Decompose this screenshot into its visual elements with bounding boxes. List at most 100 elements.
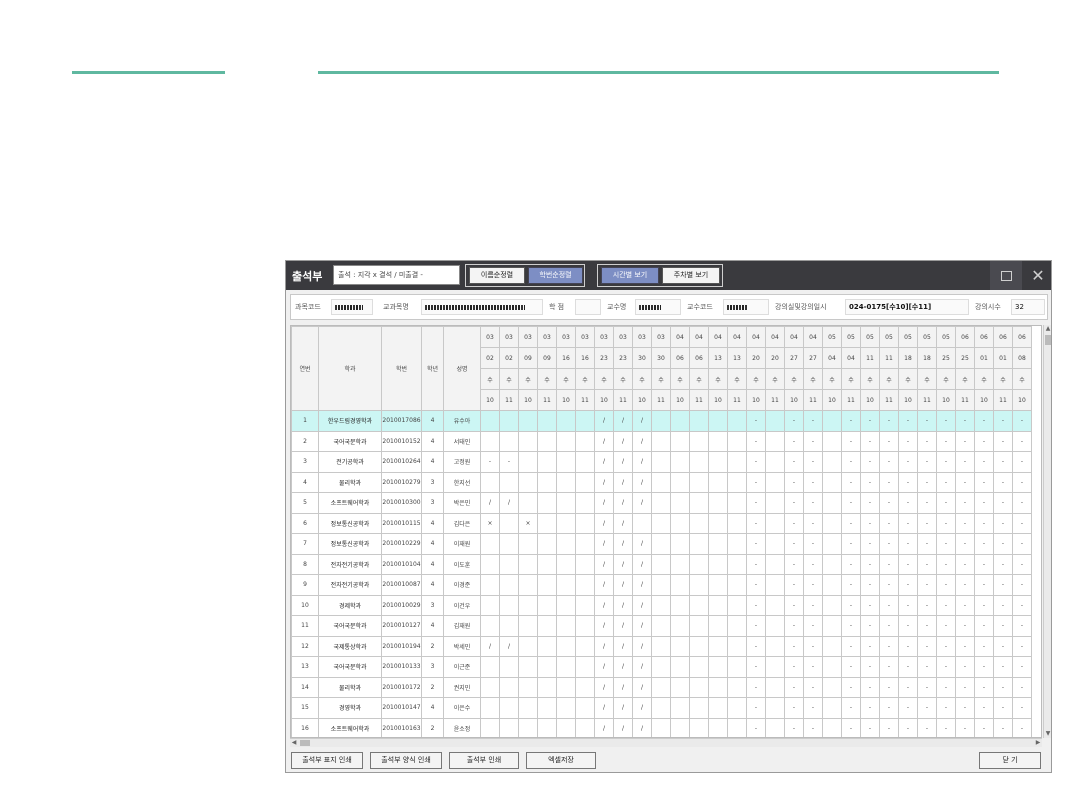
attendance-cell[interactable]: - [974,615,994,637]
attendance-cell[interactable] [480,594,500,616]
attendance-cell[interactable]: - [746,492,766,514]
attendance-cell[interactable] [499,594,519,616]
attendance-cell[interactable]: - [993,656,1013,678]
attendance-cell[interactable]: / [613,574,633,596]
attendance-cell[interactable]: / [613,594,633,616]
attendance-cell[interactable]: - [936,430,956,452]
professor-code-field[interactable] [723,299,769,315]
attendance-cell[interactable]: / [632,635,652,657]
attendance-cell[interactable] [651,635,671,657]
scroll-right-icon[interactable]: ▶ [1034,739,1042,747]
attendance-cell[interactable] [708,635,728,657]
attendance-cell[interactable]: - [1012,533,1032,555]
table-row[interactable]: 6 정보통신공학과 2010010115 4 김다은 × × / / - - - - - - - - - - - - - [291,512,1032,534]
attendance-cell[interactable]: - [974,656,994,678]
attendance-cell[interactable]: - [993,676,1013,698]
attendance-cell[interactable] [670,512,690,534]
attendance-cell[interactable] [518,533,538,555]
attendance-cell[interactable]: - [803,512,823,534]
attendance-cell[interactable]: - [784,717,804,737]
attendance-cell[interactable]: - [784,492,804,514]
attendance-cell[interactable]: - [803,594,823,616]
attendance-cell[interactable]: - [784,594,804,616]
attendance-cell[interactable] [518,594,538,616]
attendance-cell[interactable] [556,471,576,493]
attendance-cell[interactable] [499,717,519,737]
attendance-cell[interactable]: - [993,717,1013,737]
attendance-cell[interactable]: - [841,574,861,596]
attendance-cell[interactable] [765,676,785,698]
attendance-cell[interactable]: - [898,430,918,452]
attendance-cell[interactable]: / [499,635,519,657]
scroll-left-icon[interactable]: ◀ [290,739,298,747]
attendance-cell[interactable] [537,553,557,575]
attendance-cell[interactable]: - [784,471,804,493]
attendance-cell[interactable] [575,594,595,616]
attendance-cell[interactable]: - [917,410,937,432]
table-row[interactable]: 14 물리학과 2010010172 2 권지민 / / / - - - - - - - - - - - - - [291,676,1032,698]
attendance-cell[interactable] [575,717,595,737]
attendance-cell[interactable]: - [860,492,880,514]
attendance-cell[interactable] [822,594,842,616]
attendance-cell[interactable]: - [879,451,899,473]
attendance-cell[interactable] [689,533,709,555]
attendance-cell[interactable]: - [898,656,918,678]
attendance-cell[interactable]: - [746,451,766,473]
attendance-cell[interactable] [537,615,557,637]
attendance-cell[interactable] [727,553,747,575]
attendance-cell[interactable] [822,635,842,657]
attendance-cell[interactable] [670,676,690,698]
attendance-cell[interactable]: - [784,656,804,678]
attendance-cell[interactable] [537,594,557,616]
attendance-cell[interactable]: - [955,512,975,534]
attendance-cell[interactable]: - [803,451,823,473]
attendance-cell[interactable]: - [1012,635,1032,657]
attendance-cell[interactable] [670,635,690,657]
attendance-cell[interactable]: - [936,492,956,514]
attendance-cell[interactable] [480,410,500,432]
attendance-cell[interactable]: - [879,615,899,637]
attendance-cell[interactable] [689,492,709,514]
attendance-cell[interactable] [651,697,671,719]
attendance-cell[interactable]: / [594,697,614,719]
attendance-cell[interactable]: × [518,512,538,534]
attendance-cell[interactable] [689,594,709,616]
attendance-cell[interactable] [556,451,576,473]
attendance-cell[interactable] [651,492,671,514]
attendance-cell[interactable]: - [898,676,918,698]
attendance-cell[interactable] [537,717,557,737]
table-row[interactable]: 12 국제통상학과 2010010194 2 박세민 / / / / / - - - - - - - - - - - - - [291,635,1032,657]
attendance-cell[interactable] [651,451,671,473]
attendance-cell[interactable] [708,574,728,596]
attendance-cell[interactable]: - [955,656,975,678]
attendance-cell[interactable]: - [803,553,823,575]
attendance-cell[interactable]: - [803,697,823,719]
attendance-cell[interactable] [670,533,690,555]
attendance-cell[interactable] [651,615,671,637]
attendance-cell[interactable] [670,553,690,575]
attendance-cell[interactable] [708,471,728,493]
attendance-cell[interactable] [727,615,747,637]
attendance-cell[interactable] [518,410,538,432]
attendance-cell[interactable]: - [917,451,937,473]
attendance-cell[interactable]: / [613,717,633,737]
attendance-cell[interactable]: - [803,430,823,452]
attendance-cell[interactable]: / [613,492,633,514]
attendance-cell[interactable]: / [594,656,614,678]
table-row[interactable]: 5 소프트웨어학과 2010010300 3 박은민 / / / / / - - - - - - - - - - - - - [291,492,1032,514]
attendance-cell[interactable]: - [784,512,804,534]
maximize-button[interactable] [990,261,1022,290]
attendance-cell[interactable]: - [1012,451,1032,473]
attendance-cell[interactable]: - [917,492,937,514]
attendance-cell[interactable]: - [1012,656,1032,678]
attendance-cell[interactable]: - [860,697,880,719]
attendance-cell[interactable]: - [917,430,937,452]
attendance-cell[interactable]: - [917,615,937,637]
attendance-cell[interactable]: - [860,451,880,473]
attendance-cell[interactable]: - [784,430,804,452]
attendance-cell[interactable]: - [879,574,899,596]
attendance-cell[interactable] [765,656,785,678]
attendance-cell[interactable] [518,492,538,514]
attendance-cell[interactable] [765,574,785,596]
attendance-cell[interactable]: - [936,635,956,657]
